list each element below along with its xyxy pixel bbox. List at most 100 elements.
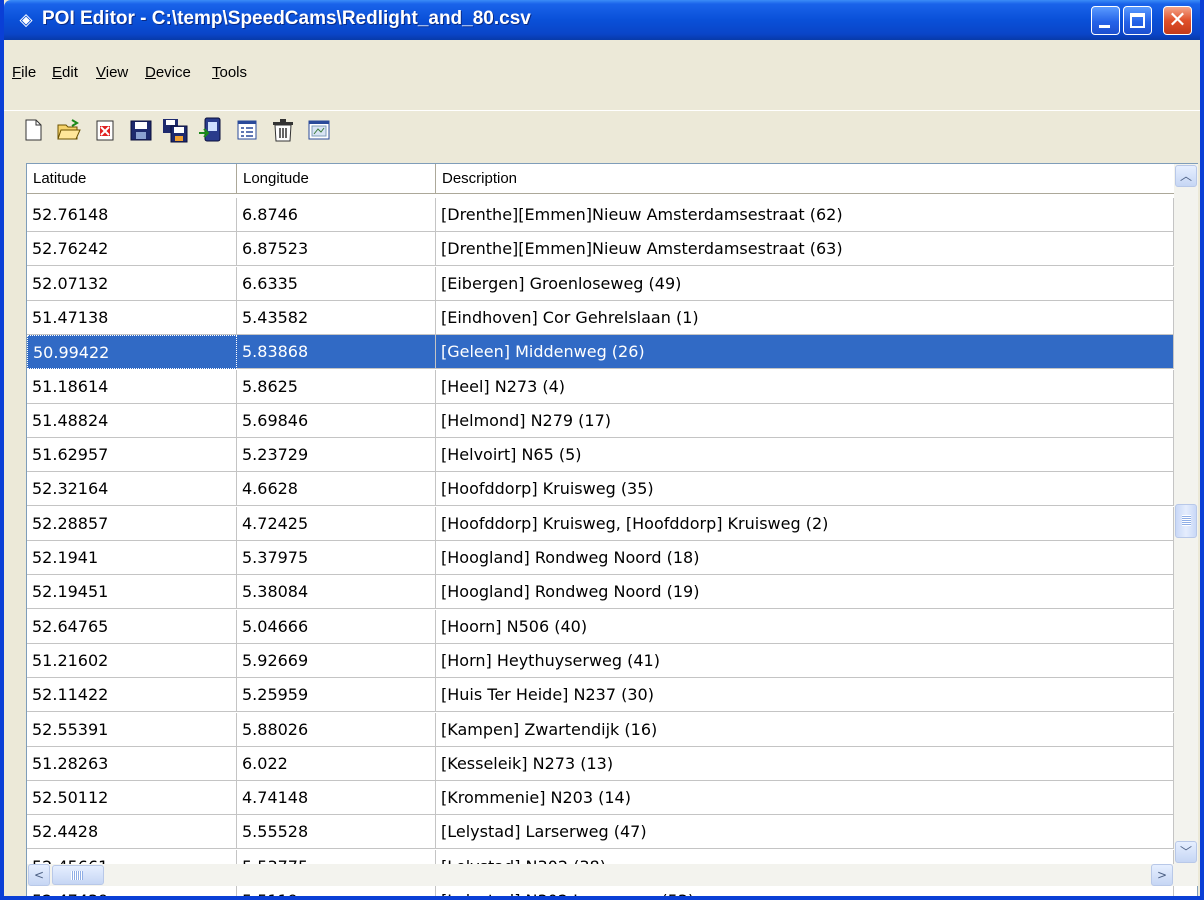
horizontal-scroll-thumb[interactable] — [52, 865, 104, 885]
table-row[interactable]: 52.64765 5.04666 [Hoorn] N506 (40) — [27, 609, 1174, 644]
latitude-cell[interactable]: 52.47439 — [27, 884, 237, 896]
save-all-icon[interactable] — [162, 117, 188, 143]
horizontal-scrollbar[interactable]: < > — [27, 864, 1198, 886]
description-cell[interactable]: [Drenthe][Emmen]Nieuw Amsterdamsestraat … — [436, 198, 1174, 232]
longitude-cell[interactable]: 5.55528 — [237, 815, 436, 850]
vertical-scroll-thumb[interactable] — [1175, 504, 1197, 538]
latitude-cell[interactable]: 51.48824 — [27, 403, 237, 438]
vertical-scrollbar[interactable]: ︿ ﹀ — [1174, 164, 1198, 864]
table-row[interactable]: 50.99422 5.83868 [Geleen] Middenweg (26) — [27, 335, 1174, 370]
description-cell[interactable]: [Helmond] N279 (17) — [436, 403, 1174, 438]
longitude-cell[interactable]: 5.88026 — [237, 712, 436, 747]
scroll-right-button[interactable]: > — [1151, 864, 1173, 886]
longitude-cell[interactable]: 4.6628 — [237, 472, 436, 507]
table-row[interactable]: 51.18614 5.8625 [Heel] N273 (4) — [27, 369, 1174, 404]
longitude-cell[interactable]: 4.72425 — [237, 506, 436, 541]
latitude-cell[interactable]: 52.76148 — [27, 198, 237, 232]
open-folder-icon[interactable] — [56, 117, 82, 143]
latitude-cell[interactable]: 52.1941 — [27, 541, 237, 575]
new-file-icon[interactable] — [20, 117, 46, 143]
table-row[interactable]: 52.19451 5.38084 [Hoogland] Rondweg Noord … — [27, 575, 1174, 610]
table-row[interactable]: 52.11422 5.25959 [Huis Ter Heide] N237 (30… — [27, 678, 1174, 713]
description-cell[interactable]: [Hoogland] Rondweg Noord (19) — [436, 575, 1174, 610]
latitude-cell[interactable]: 52.64765 — [27, 609, 237, 644]
description-cell[interactable]: [Eibergen] Groenloseweg (49) — [436, 266, 1174, 301]
latitude-cell[interactable]: 51.47138 — [27, 300, 237, 335]
close-file-icon[interactable] — [92, 117, 118, 143]
table-row[interactable]: 52.28857 4.72425 [Hoofddorp] Kruisweg, [Ho… — [27, 506, 1174, 541]
latitude-cell[interactable]: 52.50112 — [27, 781, 237, 816]
table-row[interactable]: 52.456615.53775[Lelystad] N302 (38) — [27, 849, 1174, 884]
description-cell[interactable]: [Eindhoven] Cor Gehrelslaan (1) — [436, 300, 1174, 335]
menu-edit[interactable]: Edit — [52, 64, 78, 81]
latitude-cell[interactable]: 52.19451 — [27, 575, 237, 610]
table-row[interactable]: 52.76242 6.87523 [Drenthe][Emmen]Nieuw Ams… — [27, 232, 1174, 267]
description-cell[interactable]: [Lelystad] N302 Larserweg (53) — [436, 884, 1174, 896]
longitude-cell[interactable]: 6.87523 — [237, 232, 436, 267]
longitude-cell[interactable]: 5.92669 — [237, 643, 436, 678]
table-row[interactable]: 51.21602 5.92669 [Horn] Heythuyserweg (41) — [27, 643, 1174, 678]
map-view-icon[interactable] — [306, 117, 332, 143]
description-cell[interactable]: [Drenthe][Emmen]Nieuw Amsterdamsestraat … — [436, 232, 1174, 267]
longitude-cell[interactable]: 5.37975 — [237, 541, 436, 575]
longitude-cell[interactable]: 6.8746 — [237, 198, 436, 232]
maximize-button[interactable] — [1123, 6, 1152, 35]
longitude-cell[interactable]: 5.8625 — [237, 369, 436, 404]
latitude-cell[interactable]: 52.32164 — [27, 472, 237, 507]
description-cell[interactable]: [Hoorn] N506 (40) — [436, 609, 1174, 644]
latitude-cell[interactable]: 50.99422 — [27, 335, 237, 370]
latitude-cell[interactable]: 51.21602 — [27, 643, 237, 678]
latitude-cell[interactable]: 52.4428 — [27, 815, 237, 850]
description-cell[interactable]: [Heel] N273 (4) — [436, 369, 1174, 404]
table-row[interactable]: 52.4428 5.55528 [Lelystad] Larserweg (47) — [27, 815, 1174, 850]
column-header-longitude[interactable]: Longitude — [237, 164, 436, 194]
description-cell[interactable]: [Huis Ter Heide] N237 (30) — [436, 678, 1174, 713]
table-row[interactable]: 52.474395.5119[Lelystad] N302 Larserweg … — [27, 884, 1174, 896]
longitude-cell[interactable]: 6.6335 — [237, 266, 436, 301]
description-cell[interactable]: [Hoofddorp] Kruisweg, [Hoofddorp] Kruisw… — [436, 506, 1174, 541]
longitude-cell[interactable]: 5.43582 — [237, 300, 436, 335]
scroll-left-button[interactable]: < — [28, 864, 50, 886]
longitude-cell[interactable]: 4.74148 — [237, 781, 436, 816]
table-row[interactable]: 51.62957 5.23729 [Helvoirt] N65 (5) — [27, 438, 1174, 473]
description-cell[interactable]: [Hoofddorp] Kruisweg (35) — [436, 472, 1174, 507]
table-row[interactable]: 51.47138 5.43582 [Eindhoven] Cor Gehrelsla… — [27, 300, 1174, 335]
longitude-cell[interactable]: 6.022 — [237, 746, 436, 781]
table-row[interactable]: 52.76148 6.8746 [Drenthe][Emmen]Nieuw Amst… — [27, 198, 1174, 232]
table-row[interactable]: 52.32164 4.6628 [Hoofddorp] Kruisweg (35) — [27, 472, 1174, 507]
description-cell[interactable]: [Horn] Heythuyserweg (41) — [436, 643, 1174, 678]
menu-file[interactable]: File — [12, 64, 36, 81]
column-header-description[interactable]: Description — [436, 164, 1174, 194]
menu-device[interactable]: Device — [145, 64, 191, 81]
latitude-cell[interactable]: 52.76242 — [27, 232, 237, 267]
longitude-cell[interactable]: 5.83868 — [237, 335, 436, 370]
table-row[interactable]: 52.50112 4.74148 [Krommenie] N203 (14) — [27, 781, 1174, 816]
longitude-cell[interactable]: 5.04666 — [237, 609, 436, 644]
delete-trash-icon[interactable] — [270, 117, 296, 143]
minimize-button[interactable] — [1091, 6, 1120, 35]
table-row[interactable]: 52.1941 5.37975 [Hoogland] Rondweg Noord (… — [27, 541, 1174, 575]
save-icon[interactable] — [128, 117, 154, 143]
close-button[interactable]: ✕ — [1163, 6, 1192, 35]
longitude-cell[interactable]: 5.69846 — [237, 403, 436, 438]
description-cell[interactable]: [Krommenie] N203 (14) — [436, 781, 1174, 816]
table-row[interactable]: 52.55391 5.88026 [Kampen] Zwartendijk (16) — [27, 712, 1174, 747]
column-header-latitude[interactable]: Latitude — [27, 164, 237, 194]
description-cell[interactable]: [Helvoirt] N65 (5) — [436, 438, 1174, 473]
description-cell[interactable]: [Kesseleik] N273 (13) — [436, 746, 1174, 781]
table-row[interactable]: 51.28263 6.022 [Kesseleik] N273 (13) — [27, 746, 1174, 781]
description-cell[interactable]: [Geleen] Middenweg (26) — [436, 335, 1174, 370]
scroll-down-button[interactable]: ﹀ — [1175, 841, 1197, 863]
description-cell[interactable]: [Lelystad] Larserweg (47) — [436, 815, 1174, 850]
longitude-cell[interactable]: 5.38084 — [237, 575, 436, 610]
description-cell[interactable]: [Hoogland] Rondweg Noord (18) — [436, 541, 1174, 575]
table-row[interactable]: 52.07132 6.6335 [Eibergen] Groenloseweg (4… — [27, 266, 1174, 301]
longitude-cell[interactable]: 5.25959 — [237, 678, 436, 713]
latitude-cell[interactable]: 51.28263 — [27, 746, 237, 781]
latitude-cell[interactable]: 52.28857 — [27, 506, 237, 541]
title-bar[interactable]: ◈ POI Editor - C:\temp\SpeedCams\Redligh… — [4, 0, 1200, 40]
description-cell[interactable]: [Kampen] Zwartendijk (16) — [436, 712, 1174, 747]
table-row[interactable]: 51.48824 5.69846 [Helmond] N279 (17) — [27, 403, 1174, 438]
longitude-cell[interactable]: 5.23729 — [237, 438, 436, 473]
longitude-cell[interactable]: 5.5119 — [237, 884, 436, 896]
